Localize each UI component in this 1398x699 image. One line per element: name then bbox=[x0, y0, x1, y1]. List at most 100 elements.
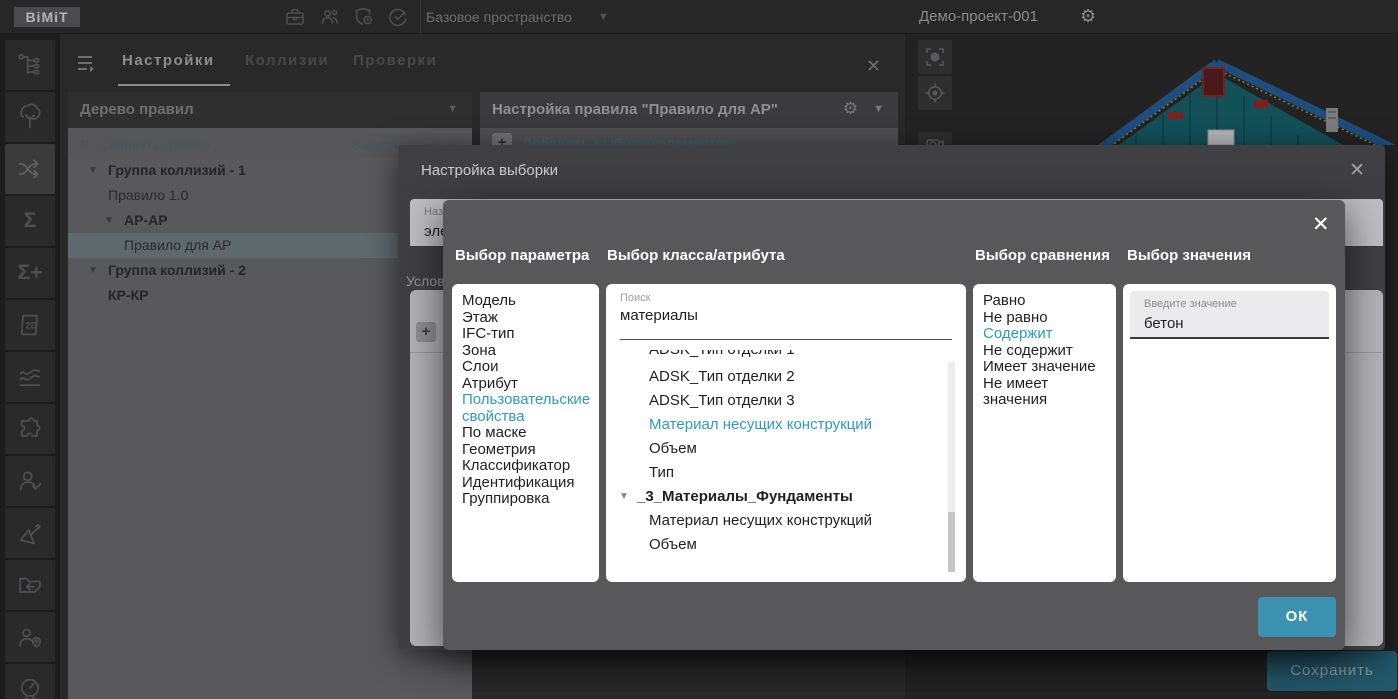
attr-item[interactable]: Материал несущих конструкций bbox=[606, 509, 936, 533]
comparison-item[interactable]: Имеет значение bbox=[983, 358, 1106, 376]
attr-item[interactable]: Объем bbox=[606, 533, 936, 557]
parameter-item[interactable]: Группировка bbox=[462, 490, 589, 508]
collapse-arrows-icon: ⇅ bbox=[80, 137, 92, 152]
person-check-icon bbox=[19, 471, 42, 491]
selection-modal-title: Настройка выборки bbox=[421, 162, 558, 179]
sidebar-item-locate-person[interactable] bbox=[5, 612, 55, 662]
sidebar-item-model-tree[interactable] bbox=[5, 92, 55, 142]
attr-item-clipped[interactable]: ADSK_Тип отделки 1 bbox=[606, 350, 936, 365]
search-label: Поиск bbox=[620, 292, 651, 304]
parameter-item[interactable]: IFC-тип bbox=[462, 325, 589, 343]
camera-icon bbox=[926, 138, 944, 145]
rule-gear-icon[interactable]: ⚙ bbox=[843, 99, 858, 119]
camera-view-button[interactable] bbox=[918, 132, 952, 145]
plus-icon[interactable]: + bbox=[416, 322, 436, 342]
close-icon[interactable]: ✕ bbox=[1312, 212, 1330, 237]
sidebar-item-sigma-plus[interactable]: Σ+ bbox=[5, 248, 55, 298]
attr-item[interactable]: Объем bbox=[606, 437, 936, 461]
attr-item[interactable]: ADSK_Тип отделки 2 bbox=[606, 365, 936, 389]
ok-button[interactable]: ОК bbox=[1258, 597, 1336, 637]
parameter-column-header: Выбор параметра bbox=[455, 247, 590, 264]
rules-tree-header[interactable]: Дерево правил ▼ bbox=[68, 92, 472, 128]
house-model bbox=[1098, 59, 1396, 145]
shield-status-icon[interactable] bbox=[352, 5, 378, 31]
parameter-item[interactable]: Этаж bbox=[462, 309, 589, 327]
value-input-field[interactable]: Введите значение бетон bbox=[1130, 291, 1329, 339]
attr-item[interactable]: ADSK_Тип отделки 3 bbox=[606, 389, 936, 413]
parameter-item[interactable]: Идентификация bbox=[462, 474, 589, 492]
briefcase-icon[interactable] bbox=[283, 5, 309, 31]
nature-tree-icon bbox=[20, 103, 41, 129]
value-column-header: Выбор значения bbox=[1127, 247, 1251, 264]
sidebar-item-plugins[interactable] bbox=[5, 404, 55, 454]
attr-item[interactable]: Тип bbox=[606, 461, 936, 485]
attr-item-selected[interactable]: Материал несущих конструкций bbox=[606, 413, 936, 437]
parameter-item[interactable]: По маске bbox=[462, 424, 589, 442]
locate-target-button[interactable] bbox=[918, 76, 952, 110]
sigma-icon: Σ bbox=[23, 209, 37, 232]
tab-settings[interactable]: Настройки bbox=[122, 52, 215, 69]
comparison-item[interactable]: Равно bbox=[983, 292, 1106, 310]
comparison-item-selected[interactable]: Содержит bbox=[983, 325, 1106, 343]
caret-down-icon[interactable]: ▼ bbox=[88, 158, 98, 183]
attr-group-row[interactable]: ▼ _3_Материалы_Фундаменты bbox=[606, 485, 936, 509]
chevron-down-icon: ▼ bbox=[598, 11, 609, 23]
sidebar-item-construction[interactable] bbox=[5, 508, 55, 558]
sidebar-item-sigma[interactable]: Σ bbox=[5, 196, 55, 246]
team-icon[interactable] bbox=[318, 5, 344, 31]
parameter-item[interactable]: Геометрия bbox=[462, 441, 589, 459]
sidebar-item-2d[interactable]: 2D bbox=[5, 300, 55, 350]
caret-down-icon[interactable]: ▼ bbox=[88, 258, 98, 283]
sigma-plus-icon: Σ+ bbox=[17, 261, 43, 284]
zoom-fit-button[interactable] bbox=[918, 40, 952, 74]
caret-down-icon[interactable]: ▼ bbox=[619, 485, 629, 509]
trowel-icon bbox=[19, 523, 41, 545]
sidebar-item-charts[interactable] bbox=[5, 352, 55, 402]
sidebar-item-tree-structure[interactable] bbox=[5, 40, 55, 90]
folder-export-icon bbox=[19, 577, 41, 593]
active-tab-underline bbox=[118, 84, 230, 86]
bimit-logo: BiMiT bbox=[14, 7, 80, 27]
collapse-tree-label: Свернуть дерево bbox=[99, 137, 212, 152]
sidebar-item-dashboard[interactable] bbox=[5, 664, 55, 699]
parameter-item[interactable]: Слои bbox=[462, 358, 589, 376]
check-circle-icon[interactable] bbox=[386, 5, 412, 31]
app-root: BiMiT Базовое пространство ▼ Демо-проект… bbox=[0, 0, 1398, 699]
parameter-item[interactable]: Атрибут bbox=[462, 375, 589, 393]
attr-scrollbar-track[interactable] bbox=[948, 362, 955, 572]
search-input[interactable]: материалы bbox=[620, 307, 698, 324]
comparison-item[interactable]: Не содержит bbox=[983, 342, 1106, 360]
sidebar-item-collisions[interactable] bbox=[5, 144, 55, 194]
parameter-item-selected[interactable]: Пользовательские свойства bbox=[462, 391, 590, 425]
tab-collisions[interactable]: Коллизии bbox=[245, 52, 329, 69]
workspace-selector[interactable]: Базовое пространство ▼ bbox=[426, 0, 609, 34]
parameter-item[interactable]: Зона bbox=[462, 342, 589, 360]
attr-scrollbar-thumb[interactable] bbox=[948, 512, 955, 572]
chevron-down-icon[interactable]: ▼ bbox=[873, 103, 884, 115]
person-pin-icon bbox=[19, 628, 42, 648]
tabs-row: Настройки Коллизии Проверки ✕ bbox=[60, 34, 905, 90]
comparison-item[interactable]: Не имеет значения bbox=[983, 375, 1106, 409]
parameter-item[interactable]: Модель bbox=[462, 292, 589, 310]
close-icon[interactable]: ✕ bbox=[1349, 159, 1365, 182]
project-title: Демо-проект-001 bbox=[919, 8, 1038, 25]
gauge-icon bbox=[19, 678, 41, 699]
topbar-separator bbox=[420, 0, 421, 34]
project-settings-gear-icon[interactable]: ⚙ bbox=[1080, 0, 1096, 34]
target-icon bbox=[925, 83, 945, 103]
tab-checks[interactable]: Проверки bbox=[353, 52, 437, 69]
sidebar-item-export[interactable] bbox=[5, 560, 55, 610]
comparison-item[interactable]: Не равно bbox=[983, 309, 1106, 327]
panel-close-icon[interactable]: ✕ bbox=[866, 56, 881, 77]
value-card: Введите значение бетон bbox=[1123, 284, 1336, 582]
rule-settings-title: Настройка правила "Правило для АР" bbox=[492, 101, 778, 118]
collapse-tree-button[interactable]: ⇅ Свернуть дерево bbox=[80, 137, 211, 153]
menu-collapse-icon[interactable] bbox=[76, 54, 98, 72]
comparison-list: Равно Не равно Содержит Не содержит Имее… bbox=[973, 284, 1116, 582]
zoom-fit-icon bbox=[926, 48, 944, 66]
save-button[interactable]: Сохранить bbox=[1267, 651, 1397, 691]
puzzle-icon bbox=[20, 417, 41, 437]
sidebar-item-approvals[interactable] bbox=[5, 456, 55, 506]
caret-down-icon[interactable]: ▼ bbox=[104, 208, 114, 233]
parameter-item[interactable]: Классификатор bbox=[462, 457, 589, 475]
